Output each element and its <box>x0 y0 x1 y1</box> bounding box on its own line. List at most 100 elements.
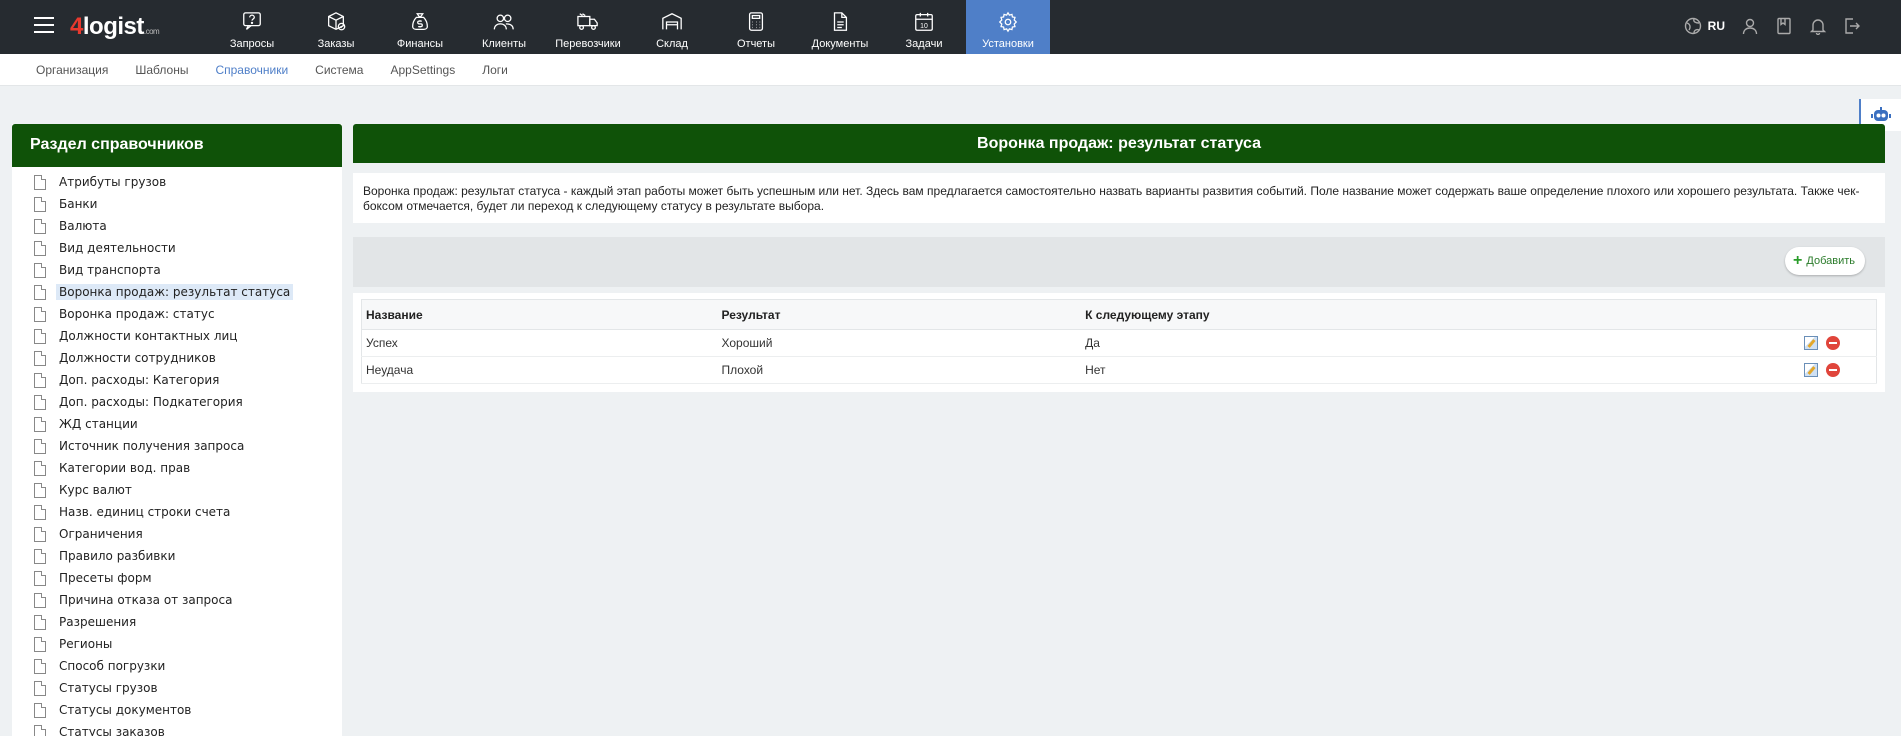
sidebar-item[interactable]: Вид транспорта <box>12 259 342 281</box>
sidebar-item-label: Способ погрузки <box>59 659 166 673</box>
sidebar-item[interactable]: Курс валют <box>12 479 342 501</box>
logo-word: logist <box>82 13 145 40</box>
sidebar-item[interactable]: Атрибуты грузов <box>12 171 342 193</box>
document-icon <box>34 174 46 190</box>
sidebar-item[interactable]: Регионы <box>12 633 342 655</box>
nav-item-users[interactable]: Клиенты <box>462 0 546 54</box>
subnav-link[interactable]: Шаблоны <box>135 63 188 77</box>
top-navbar: 4logist.com Запросы Заказы Финансы Клиенты П… <box>0 0 1901 54</box>
sidebar-item[interactable]: Статусы заказов <box>12 721 342 736</box>
sidebar-item-label: Статусы грузов <box>59 681 158 695</box>
sidebar-item[interactable]: Пресеты форм <box>12 567 342 589</box>
subnav-link[interactable]: Организация <box>36 63 108 77</box>
plus-icon: + <box>1793 252 1803 269</box>
globe-icon[interactable] <box>1684 17 1702 35</box>
column-header[interactable]: К следующему этапу <box>1081 299 1794 330</box>
svg-text:10: 10 <box>920 23 928 30</box>
logout-icon[interactable] <box>1843 17 1861 35</box>
table-row[interactable]: Успех Хороший Да <box>361 329 1877 357</box>
sidebar-item-label: Статусы документов <box>59 703 192 717</box>
table-header-row: Название Результат К следующему этапу <box>361 299 1877 330</box>
document-icon <box>34 372 46 388</box>
nav-item-question-box[interactable]: Запросы <box>210 0 294 54</box>
sidebar-item[interactable]: Банки <box>12 193 342 215</box>
document-icon <box>34 262 46 278</box>
nav-item-label: Финансы <box>396 38 444 50</box>
document-icon <box>34 614 46 630</box>
main-nav: Запросы Заказы Финансы Клиенты Перевозчики Ск… <box>210 0 1050 54</box>
sidebar-item[interactable]: Доп. расходы: Подкатегория <box>12 391 342 413</box>
nav-item-calculator[interactable]: Отчеты <box>714 0 798 54</box>
nav-item-label: Запросы <box>229 38 275 50</box>
document-icon <box>34 438 46 454</box>
delete-icon[interactable] <box>1826 336 1840 351</box>
sidebar-item[interactable]: Воронка продаж: статус <box>12 303 342 325</box>
question-box-icon <box>243 12 261 30</box>
document-icon <box>34 504 46 520</box>
sidebar-item[interactable]: Ограничения <box>12 523 342 545</box>
subnav-link[interactable]: AppSettings <box>390 63 455 77</box>
page-description: Воронка продаж: результат статуса - кажд… <box>353 173 1885 223</box>
language-selector[interactable]: RU <box>1708 19 1725 33</box>
calculator-icon <box>748 12 764 31</box>
truck-icon <box>577 13 598 30</box>
sidebar-item-label: Разрешения <box>59 615 137 629</box>
logo[interactable]: 4logist.com <box>70 13 160 41</box>
nav-item-package-check[interactable]: Заказы <box>294 0 378 54</box>
sidebar-item[interactable]: Назв. единиц строки счета <box>12 501 342 523</box>
row-actions <box>1793 329 1877 357</box>
page-title: Воронка продаж: результат статуса <box>353 124 1885 163</box>
subnav-link[interactable]: Система <box>315 63 363 77</box>
table-row[interactable]: Неудача Плохой Нет <box>361 356 1877 384</box>
sidebar-item[interactable]: Доп. расходы: Категория <box>12 369 342 391</box>
sidebar-item[interactable]: Должности сотрудников <box>12 347 342 369</box>
sidebar-item-label: Банки <box>59 197 98 211</box>
sidebar-item[interactable]: Разрешения <box>12 611 342 633</box>
document-icon <box>34 482 46 498</box>
user-icon[interactable] <box>1741 17 1759 35</box>
sidebar-item[interactable]: Воронка продаж: результат статуса <box>12 281 342 303</box>
sidebar-item[interactable]: Категории вод. прав <box>12 457 342 479</box>
bell-icon[interactable] <box>1809 17 1827 35</box>
sidebar-item-label: Пресеты форм <box>59 571 152 585</box>
sidebar-item-label: Атрибуты грузов <box>59 175 167 189</box>
sidebar-item[interactable]: ЖД станции <box>12 413 342 435</box>
sidebar-item[interactable]: Статусы документов <box>12 699 342 721</box>
main-panel: Воронка продаж: результат статуса Воронк… <box>353 124 1885 392</box>
table-cell: Хороший <box>717 329 1082 357</box>
reference-sidebar: Раздел справочников Атрибуты грузов Банки… <box>12 124 342 736</box>
nav-item-warehouse[interactable]: Склад <box>630 0 714 54</box>
menu-icon[interactable] <box>34 17 54 33</box>
nav-item-document[interactable]: Документы <box>798 0 882 54</box>
nav-item-money-bag[interactable]: Финансы <box>378 0 462 54</box>
sidebar-item[interactable]: Источник получения запроса <box>12 435 342 457</box>
nav-item-calendar[interactable]: 10 Задачи <box>882 0 966 54</box>
subnav-link[interactable]: Справочники <box>215 63 288 77</box>
sidebar-item[interactable]: Вид деятельности <box>12 237 342 259</box>
sidebar-item[interactable]: Валюта <box>12 215 342 237</box>
sidebar-item[interactable]: Причина отказа от запроса <box>12 589 342 611</box>
subnav-link[interactable]: Логи <box>482 63 508 77</box>
edit-icon[interactable] <box>1804 363 1818 378</box>
logo-number: 4 <box>70 13 83 40</box>
sidebar-item[interactable]: Статусы грузов <box>12 677 342 699</box>
column-header[interactable]: Название <box>361 299 718 330</box>
delete-icon[interactable] <box>1826 363 1840 378</box>
sidebar-item[interactable]: Должности контактных лиц <box>12 325 342 347</box>
edit-icon[interactable] <box>1804 336 1818 351</box>
nav-item-truck[interactable]: Перевозчики <box>546 0 630 54</box>
nav-item-label: Заказы <box>317 38 355 50</box>
book-icon[interactable] <box>1775 17 1793 35</box>
nav-item-gear[interactable]: Установки <box>966 0 1050 54</box>
add-button[interactable]: + Добавить <box>1785 247 1865 275</box>
sidebar-item[interactable]: Способ погрузки <box>12 655 342 677</box>
row-actions <box>1793 356 1877 384</box>
sidebar-item-label: Доп. расходы: Подкатегория <box>59 395 243 409</box>
document-icon <box>34 724 46 736</box>
sidebar-item[interactable]: Правило разбивки <box>12 545 342 567</box>
nav-item-label: Склад <box>656 38 688 50</box>
package-check-icon <box>328 12 346 31</box>
column-header[interactable]: Результат <box>717 299 1082 330</box>
document-icon <box>34 592 46 608</box>
logo-domain: .com <box>143 27 160 36</box>
